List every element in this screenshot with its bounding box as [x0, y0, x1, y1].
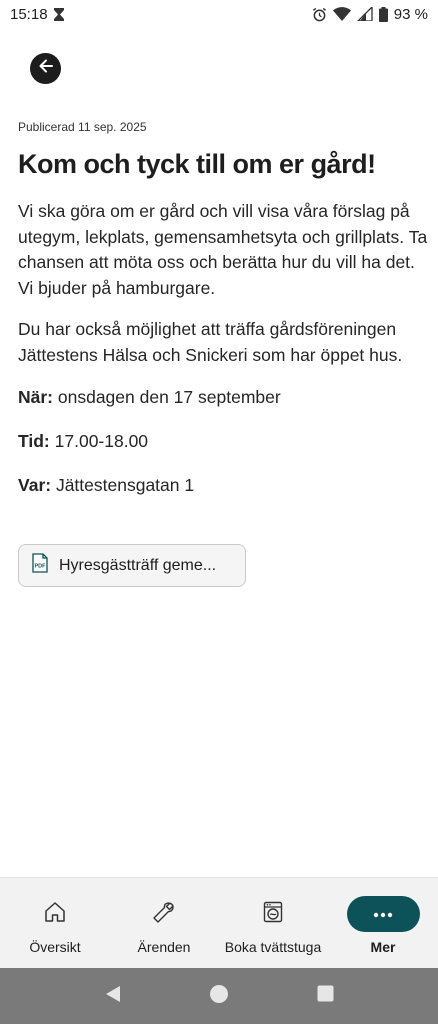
battery-level: 93 %	[393, 5, 428, 23]
article-paragraph-2: Du har också möjlighet att träffa gårdsf…	[18, 319, 403, 365]
nav-label-arenden: Ärenden	[137, 939, 191, 955]
status-time: 15:18	[10, 5, 48, 23]
system-back-button[interactable]	[93, 976, 133, 1016]
nav-item-mer[interactable]: Mer	[346, 878, 420, 969]
square-recents-icon	[317, 985, 334, 1007]
nav-item-oversikt[interactable]: Översikt	[14, 878, 96, 969]
wifi-icon	[332, 7, 351, 21]
event-when-label: När:	[18, 387, 54, 407]
home-icon	[43, 900, 67, 929]
event-where: Var: Jättestensgatan 1	[18, 473, 428, 498]
event-time: Tid: 17.00-18.00	[18, 429, 428, 454]
hourglass-icon	[53, 7, 64, 21]
article-paragraph-1: Vi ska göra om er gård och vill visa vår…	[18, 201, 428, 298]
more-icon	[373, 905, 393, 923]
washing-machine-icon	[261, 900, 285, 929]
nav-label-boka-tvattstuga: Boka tvättstuga	[224, 939, 322, 955]
event-where-label: Var:	[18, 475, 52, 495]
bottom-navigation: Översikt Ärenden Boka tvättstuga Mer	[0, 877, 438, 968]
back-button[interactable]	[30, 53, 61, 84]
page-title: Kom och tyck till om er gård!	[18, 149, 376, 179]
nav-item-arenden[interactable]: Ärenden	[124, 878, 204, 969]
nav-label-oversikt: Översikt	[29, 939, 81, 955]
nav-label-mer: Mer	[370, 939, 396, 955]
svg-text:PDF: PDF	[35, 564, 47, 570]
status-left: 15:18	[10, 6, 64, 23]
event-time-value: 17.00-18.00	[49, 431, 149, 451]
nav-icon-wrap	[346, 896, 420, 932]
event-time-label: Tid:	[18, 431, 50, 451]
event-when-value: onsdagen den 17 september	[53, 387, 281, 407]
attachment-button[interactable]: PDF Hyresgästträff geme...	[18, 544, 246, 587]
nav-icon-wrap	[152, 896, 176, 932]
system-recents-button[interactable]	[305, 976, 345, 1016]
nav-item-boka-tvattstuga[interactable]: Boka tvättstuga	[218, 878, 328, 969]
arrow-left-icon	[38, 58, 54, 79]
nav-icon-wrap	[261, 896, 285, 932]
signal-icon	[356, 7, 373, 21]
pdf-icon: PDF	[31, 553, 49, 578]
wrench-icon	[152, 900, 176, 929]
battery-icon	[378, 6, 388, 22]
event-when: När: onsdagen den 17 september	[18, 385, 428, 410]
system-home-button[interactable]	[199, 976, 239, 1016]
nav-active-indicator	[346, 896, 420, 932]
nav-icon-wrap	[43, 896, 67, 932]
published-date: Publicerad 11 sep. 2025	[18, 120, 147, 134]
alarm-icon	[312, 7, 327, 22]
system-navigation-bar	[0, 968, 438, 1024]
triangle-back-icon	[104, 985, 122, 1008]
article-content: Publicerad 11 sep. 2025 Kom och tyck til…	[18, 120, 428, 517]
event-where-value: Jättestensgatan 1	[51, 475, 195, 495]
status-right: 93 %	[312, 6, 428, 23]
attachment-label: Hyresgästträff geme...	[59, 556, 217, 574]
status-bar: 15:18 93 %	[0, 0, 438, 28]
circle-home-icon	[209, 984, 229, 1009]
